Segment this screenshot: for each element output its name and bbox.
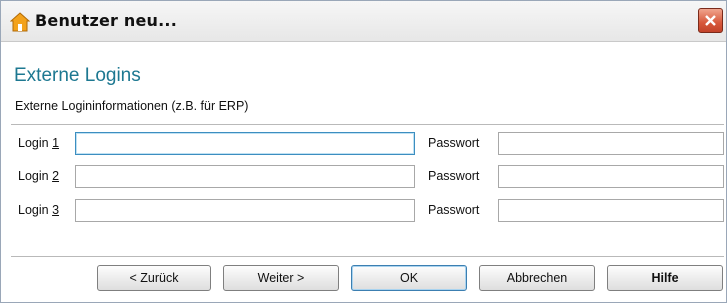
password-2-label: Passwort	[428, 169, 480, 183]
login-2-label: Login 2	[18, 169, 59, 183]
login-3-input[interactable]	[75, 199, 415, 222]
password-2-input[interactable]	[498, 165, 724, 188]
top-divider	[11, 124, 724, 125]
login-2-label-text: Login	[18, 169, 53, 183]
password-1-input[interactable]	[498, 132, 724, 155]
password-1-label: Passwort	[428, 136, 480, 150]
help-button[interactable]: Hilfe	[607, 265, 723, 291]
bottom-divider	[11, 256, 724, 257]
login-1-label-text: Login	[18, 136, 53, 150]
close-button[interactable]	[698, 8, 723, 33]
section-title: Externe Logins	[14, 65, 141, 86]
close-icon	[705, 15, 716, 26]
login-2-input[interactable]	[75, 165, 415, 188]
login-3-label-text: Login	[18, 203, 53, 217]
section-subtitle: Externe Logininformationen (z.B. für ERP…	[15, 99, 249, 113]
login-1-mnemonic: 1	[52, 136, 60, 150]
house-icon	[9, 12, 31, 32]
cancel-button[interactable]: Abbrechen	[479, 265, 595, 291]
ok-button[interactable]: OK	[351, 265, 467, 291]
password-3-input[interactable]	[498, 199, 724, 222]
password-3-label: Passwort	[428, 203, 480, 217]
login-1-input[interactable]	[75, 132, 415, 155]
login-1-label: Login 1	[18, 136, 59, 150]
dialog-window: Benutzer neu... Externe Logins Externe L…	[0, 0, 727, 303]
title-bar[interactable]: Benutzer neu...	[1, 1, 726, 42]
login-3-mnemonic: 3	[52, 203, 60, 217]
login-2-mnemonic: 2	[52, 169, 60, 183]
back-button[interactable]: < Zurück	[97, 265, 211, 291]
next-button[interactable]: Weiter >	[223, 265, 339, 291]
window-title: Benutzer neu...	[35, 11, 177, 30]
login-3-label: Login 3	[18, 203, 59, 217]
